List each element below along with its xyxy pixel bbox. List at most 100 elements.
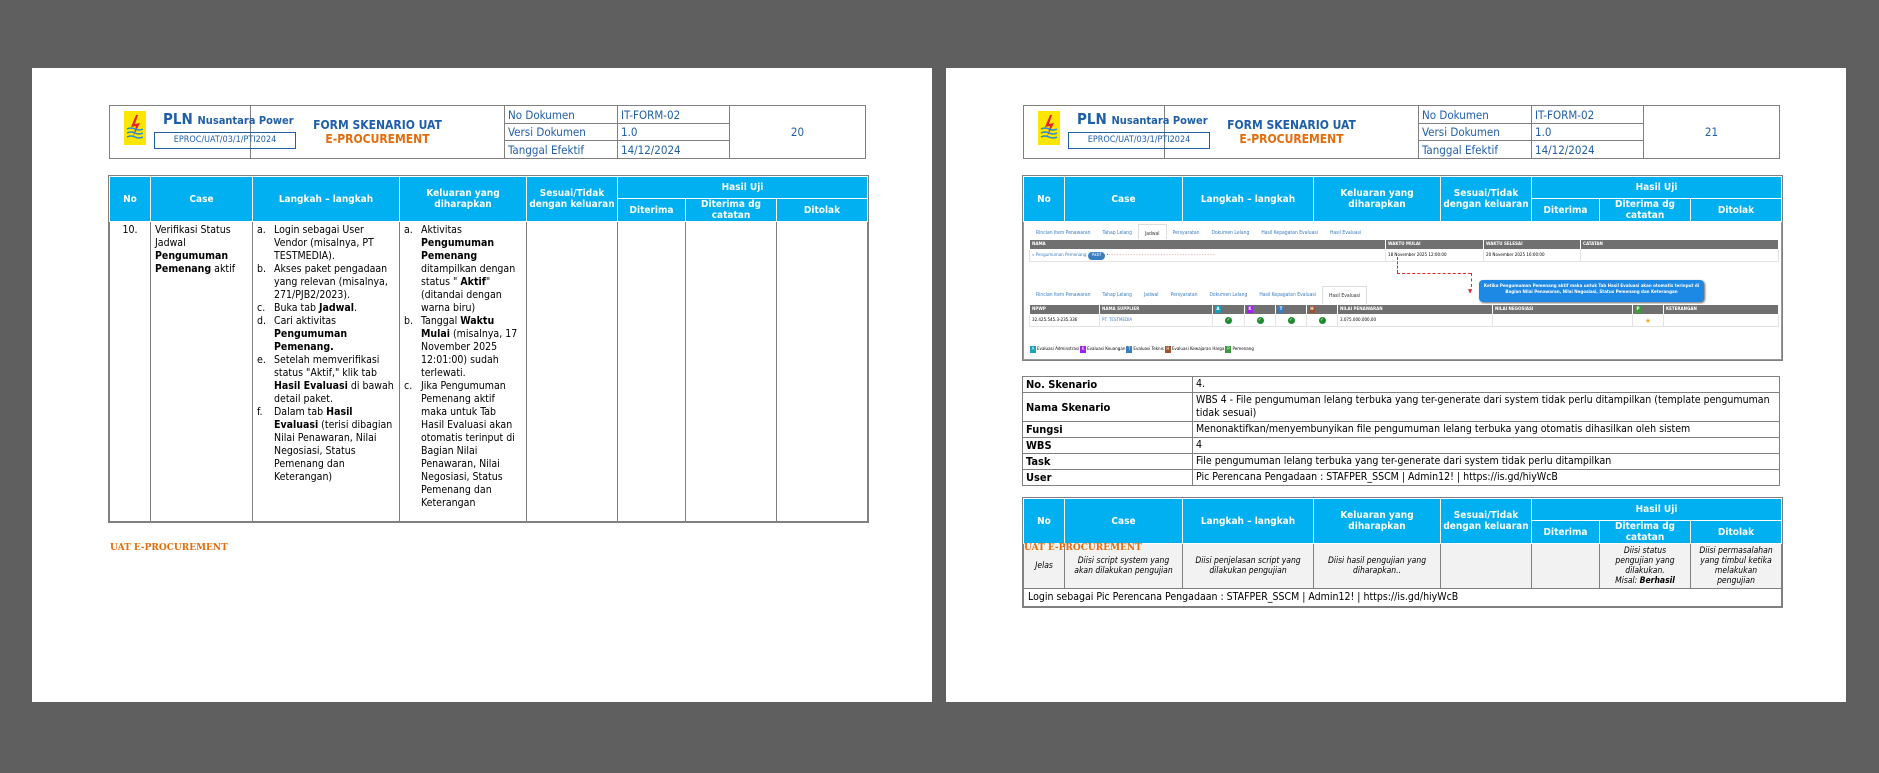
skenario-row: Fungsi Menonaktifkan/menyembunyikan file … (1022, 421, 1780, 438)
row-no: 10. (109, 221, 151, 522)
text: Dalam tab (274, 406, 327, 418)
document-header: PLN Nusantara Power EPROC/UAT/03/1/PTI20… (109, 105, 866, 159)
list-text: Akses paket pengadaan yang relevan (misa… (274, 263, 395, 302)
col-diterima-catatan: Diterima dg catatan (685, 198, 777, 222)
evaluation-table: NPWP NAMA SUPPLIER A K T H NILAI PENAWARAN NILA… (1029, 304, 1779, 327)
list-text: Jika Pengumuman Pemenang aktif maka untu… (421, 380, 522, 510)
row-catatan[interactable] (685, 221, 777, 522)
row-ditolak[interactable] (775, 221, 869, 522)
sched-col-nama: NAMA (1029, 239, 1386, 250)
annotation-callout: Ketika Pengumuman Pemenang aktif maka un… (1479, 280, 1704, 302)
page-number: 21 (1643, 105, 1780, 159)
text: Jika Pengumuman Pemenang aktif maka untu… (421, 380, 515, 509)
eval-col: NILAI NEGOSIASI (1492, 304, 1633, 315)
tab[interactable]: Dokumen Lelang (1203, 286, 1253, 306)
tab[interactable]: Jadwal (1138, 286, 1165, 306)
list-text: Tanggal Waktu Mulai (misalnya, 17 Novemb… (421, 315, 522, 380)
list-item: b. Tanggal Waktu Mulai (misalnya, 17 Nove… (404, 315, 522, 380)
test-case-table: No Case Langkah – langkah Keluaran yang dih… (107, 175, 870, 523)
col-no: No (109, 176, 151, 222)
col-ditolak: Ditolak (1689, 520, 1783, 544)
tab[interactable]: Hasil Evaluasi (1321, 286, 1368, 306)
col-case: Case (1064, 498, 1183, 544)
skenario-row: Nama Skenario WBS 4 - File pengumuman lel… (1022, 392, 1780, 422)
col-case: Case (150, 176, 253, 222)
company-name: PLN (163, 110, 193, 128)
col-case: Case (1064, 176, 1183, 222)
list-marker: f. (257, 406, 263, 418)
text: Login sebagai User Vendor (misalnya, PT … (274, 224, 374, 262)
value-no-dokumen: IT-FORM-02 (1531, 105, 1644, 124)
table-row: 10. Verifikasi Status Jadwal Pengumuman … (109, 221, 869, 522)
sched-col-catatan: CATATAN (1580, 239, 1779, 250)
list-marker: a. (257, 224, 266, 236)
tpl-langkah: Diisi penjelasan script yang dilakukan p… (1182, 543, 1314, 589)
page-number: 20 (729, 105, 866, 159)
legend-swatch: H (1164, 346, 1171, 353)
list-marker: c. (257, 302, 266, 314)
text: . (354, 302, 358, 314)
skenario-value: Menonaktifkan/menyembunyikan file pengum… (1192, 421, 1780, 438)
eval-col: T (1275, 304, 1307, 315)
document-code: EPROC/UAT/03/1/PTI2024 (1068, 132, 1210, 149)
value-versi-dokumen: 1.0 (1531, 123, 1644, 141)
col-keluaran: Keluaran yang diharapkan (1313, 176, 1441, 222)
skenario-label: No. Skenario (1022, 376, 1193, 393)
row-outputs: a. Aktivitas Pengumuman Pemenang ditampil… (399, 221, 527, 522)
company-subname: Nusantara Power (197, 114, 294, 127)
evaluation-legend: A Evaluasi Adminstrasi K Evaluasi Keuangan T… (1030, 343, 1254, 356)
tab[interactable]: Persyaratan (1165, 286, 1204, 306)
company-subname: Nusantara Power (1111, 114, 1208, 127)
list-marker: c. (404, 380, 413, 392)
tab[interactable]: Hasil Kepagatan Evaluasi (1253, 286, 1322, 306)
legend-label: Evaluasi Adminstrasi (1037, 347, 1080, 352)
document-page-21: PLN Nusantara Power EPROC/UAT/03/1/PTI20… (946, 68, 1846, 702)
evaluation-row: 32.425.545.3-235.336 PT. TESTMEDIA ✓ ✓ ✓ ✓ 3… (1029, 314, 1779, 327)
list-text: Setelah memverifikasi status "Aktif," kl… (274, 354, 395, 406)
arrow-down-icon: ▼ (1468, 288, 1473, 295)
tpl-keluaran: Diisi hasil pengujian yang diharapkan.. (1313, 543, 1441, 589)
arrow-line (1397, 273, 1471, 274)
col-sesuai: Sesuai/Tidak dengan keluaran (526, 176, 618, 222)
list-item: f. Dalam tab Hasil Evaluasi (terisi dibag… (257, 406, 395, 484)
list-marker: d. (257, 315, 266, 327)
status-badge: Aktif (1087, 251, 1105, 260)
tpl-berhasil: Berhasil (1639, 576, 1675, 586)
supplier-link[interactable]: PT. TESTMEDIA (1099, 314, 1213, 327)
document-header: PLN Nusantara Power EPROC/UAT/03/1/PTI20… (1023, 105, 1780, 159)
row-steps: a. Login sebagai User Vendor (misalnya, P… (252, 221, 400, 522)
eval-col: P (1632, 304, 1664, 315)
list-marker: b. (257, 263, 266, 275)
tab[interactable]: Tahap Lelang (1096, 286, 1137, 306)
skenario-value: Pic Perencana Pengadaan : STAFPER_SSCM |… (1192, 469, 1780, 486)
col-hasil-uji: Hasil Uji (1530, 176, 1783, 199)
tab[interactable]: Rincian Item Penawaran (1030, 286, 1096, 306)
schedule-item-link[interactable]: » Pengumuman Pemenang (1032, 253, 1086, 258)
legend-label: Evaluasi Keuangan (1087, 347, 1126, 352)
row-diterima[interactable] (617, 221, 686, 522)
legend-label: Pemenang (1232, 347, 1254, 352)
skenario-value: 4 (1192, 437, 1780, 454)
text: Setelah memverifikasi status "Aktif," kl… (274, 354, 380, 379)
skenario-row: No. Skenario 4. (1022, 376, 1780, 393)
col-diterima-catatan: Diterima dg catatan (1599, 520, 1691, 544)
col-hasil-uji: Hasil Uji (1530, 498, 1783, 521)
text: Cari aktivitas (274, 315, 337, 327)
row-sesuai[interactable] (526, 221, 618, 522)
eval-col: NILAI PENAWARAN (1337, 304, 1493, 315)
list-text: Dalam tab Hasil Evaluasi (terisi dibagia… (274, 406, 395, 484)
text: Tanggal (421, 315, 461, 327)
document-code: EPROC/UAT/03/1/PTI2024 (154, 132, 296, 149)
eval-col: A (1212, 304, 1245, 315)
legend-swatch: T (1126, 346, 1133, 353)
legend-swatch: K (1080, 346, 1087, 353)
value-tanggal-efektif: 14/12/2024 (1531, 140, 1644, 159)
list-text: Login sebagai User Vendor (misalnya, PT … (274, 224, 395, 263)
check-icon: ✓ (1318, 317, 1326, 324)
sched-end: 20 November 2025 16:00:00 (1483, 249, 1581, 262)
company-logo-cell: PLN Nusantara Power EPROC/UAT/03/1/PTI20… (109, 105, 296, 159)
label-versi-dokumen: Versi Dokumen (504, 123, 618, 141)
skenario-value: 4. (1192, 376, 1780, 393)
list-item: c. Jika Pengumuman Pemenang aktif maka un… (404, 380, 522, 510)
list-item: d. Cari aktivitas Pengumuman Pemenang. (257, 315, 395, 354)
